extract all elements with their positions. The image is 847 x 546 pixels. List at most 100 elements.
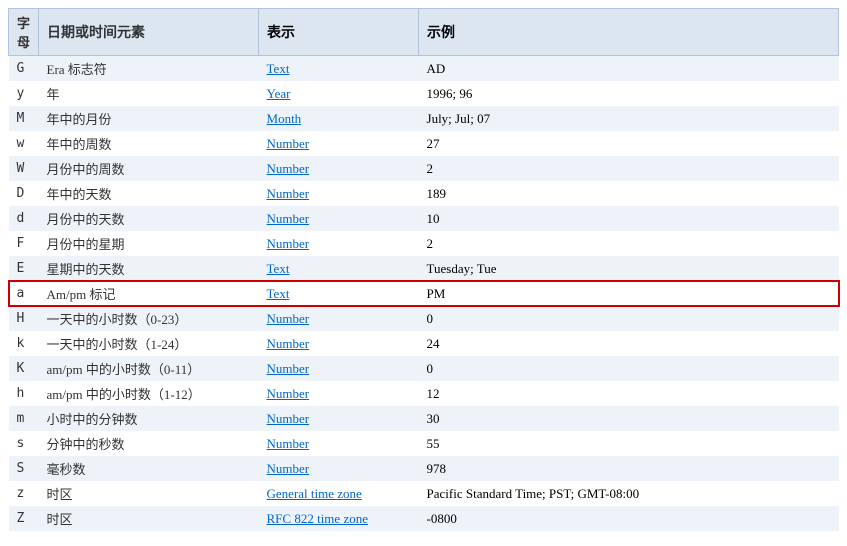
cell-letter: z: [9, 481, 39, 506]
repr-link[interactable]: Number: [267, 436, 310, 451]
repr-link[interactable]: Number: [267, 311, 310, 326]
cell-letter: F: [9, 231, 39, 256]
cell-letter: w: [9, 131, 39, 156]
repr-link[interactable]: RFC 822 time zone: [267, 511, 368, 526]
cell-description: 时区: [39, 481, 259, 506]
repr-link[interactable]: Number: [267, 386, 310, 401]
cell-representation[interactable]: Text: [259, 56, 419, 82]
repr-link[interactable]: Number: [267, 211, 310, 226]
cell-letter: Z: [9, 506, 39, 531]
cell-representation[interactable]: Text: [259, 281, 419, 306]
cell-representation[interactable]: Number: [259, 456, 419, 481]
table-row: S毫秒数Number978: [9, 456, 839, 481]
cell-example: 2: [419, 231, 839, 256]
cell-representation[interactable]: Number: [259, 206, 419, 231]
cell-letter: G: [9, 56, 39, 82]
datetime-table: 字母 日期或时间元素 表示 示例 GEra 标志符TextADy年Year199…: [8, 8, 839, 531]
table-row: F月份中的星期 Number 2: [9, 231, 839, 256]
cell-description: 年中的天数: [39, 181, 259, 206]
table-row: GEra 标志符TextAD: [9, 56, 839, 82]
header-desc: 日期或时间元素: [39, 9, 259, 56]
repr-link[interactable]: Year: [267, 86, 291, 101]
cell-description: 年中的月份: [39, 106, 259, 131]
repr-link[interactable]: Number: [267, 136, 310, 151]
cell-letter: h: [9, 381, 39, 406]
cell-example: 10: [419, 206, 839, 231]
repr-link[interactable]: Number: [267, 161, 310, 176]
repr-link[interactable]: General time zone: [267, 486, 362, 501]
cell-letter: K: [9, 356, 39, 381]
cell-representation[interactable]: Month: [259, 106, 419, 131]
cell-description: 月份中的周数: [39, 156, 259, 181]
cell-example: 55: [419, 431, 839, 456]
table-row: m小时中的分钟数Number30: [9, 406, 839, 431]
cell-description: 年中的周数: [39, 131, 259, 156]
header-letter: 字母: [9, 9, 39, 56]
cell-representation[interactable]: Number: [259, 406, 419, 431]
cell-representation[interactable]: Number: [259, 231, 419, 256]
table-header-row: 字母 日期或时间元素 表示 示例: [9, 9, 839, 56]
table-row: W月份中的周数 Number 2: [9, 156, 839, 181]
cell-example: Tuesday; Tue: [419, 256, 839, 281]
table-row: D年中的天数 Number 189: [9, 181, 839, 206]
cell-letter: S: [9, 456, 39, 481]
cell-example: 2: [419, 156, 839, 181]
cell-representation[interactable]: Text: [259, 256, 419, 281]
repr-link[interactable]: Number: [267, 361, 310, 376]
cell-description: am/pm 中的小时数（0-11）: [39, 356, 259, 381]
cell-description: 时区: [39, 506, 259, 531]
cell-representation[interactable]: Number: [259, 156, 419, 181]
cell-letter: a: [9, 281, 39, 306]
cell-representation[interactable]: Number: [259, 381, 419, 406]
cell-letter: y: [9, 81, 39, 106]
cell-representation[interactable]: Number: [259, 306, 419, 331]
cell-representation[interactable]: Number: [259, 331, 419, 356]
cell-representation[interactable]: General time zone: [259, 481, 419, 506]
cell-description: 一天中的小时数（1-24）: [39, 331, 259, 356]
cell-example: 1996; 96: [419, 81, 839, 106]
cell-description: 小时中的分钟数: [39, 406, 259, 431]
cell-letter: M: [9, 106, 39, 131]
cell-description: 一天中的小时数（0-23）: [39, 306, 259, 331]
table-row: s分钟中的秒数Number55: [9, 431, 839, 456]
cell-example: -0800: [419, 506, 839, 531]
cell-example: 0: [419, 356, 839, 381]
table-row: E星期中的天数 Text Tuesday; Tue: [9, 256, 839, 281]
cell-representation[interactable]: Number: [259, 181, 419, 206]
cell-letter: W: [9, 156, 39, 181]
cell-representation[interactable]: RFC 822 time zone: [259, 506, 419, 531]
table-row: Z时区 RFC 822 time zone -0800: [9, 506, 839, 531]
cell-description: am/pm 中的小时数（1-12）: [39, 381, 259, 406]
main-container: 字母 日期或时间元素 表示 示例 GEra 标志符TextADy年Year199…: [0, 0, 847, 546]
repr-link[interactable]: Number: [267, 411, 310, 426]
cell-letter: s: [9, 431, 39, 456]
repr-link[interactable]: Text: [267, 61, 290, 76]
cell-example: Pacific Standard Time; PST; GMT-08:00: [419, 481, 839, 506]
cell-example: 27: [419, 131, 839, 156]
cell-representation[interactable]: Year: [259, 81, 419, 106]
cell-description: 月份中的天数: [39, 206, 259, 231]
repr-link[interactable]: Number: [267, 236, 310, 251]
cell-description: 毫秒数: [39, 456, 259, 481]
table-row: k一天中的小时数（1-24）Number24: [9, 331, 839, 356]
header-example: 示例: [419, 9, 839, 56]
cell-description: 星期中的天数: [39, 256, 259, 281]
repr-link[interactable]: Number: [267, 336, 310, 351]
cell-letter: E: [9, 256, 39, 281]
cell-representation[interactable]: Number: [259, 131, 419, 156]
cell-description: 月份中的星期: [39, 231, 259, 256]
cell-letter: D: [9, 181, 39, 206]
repr-link[interactable]: Number: [267, 186, 310, 201]
cell-representation[interactable]: Number: [259, 356, 419, 381]
table-row: w年中的周数 Number 27: [9, 131, 839, 156]
cell-example: 24: [419, 331, 839, 356]
repr-link[interactable]: Number: [267, 461, 310, 476]
cell-representation[interactable]: Number: [259, 431, 419, 456]
cell-example: PM: [419, 281, 839, 306]
table-row: aAm/pm 标记TextPM: [9, 281, 839, 306]
cell-example: July; Jul; 07: [419, 106, 839, 131]
repr-link[interactable]: Text: [267, 286, 290, 301]
repr-link[interactable]: Text: [267, 261, 290, 276]
cell-example: 189: [419, 181, 839, 206]
repr-link[interactable]: Month: [267, 111, 302, 126]
